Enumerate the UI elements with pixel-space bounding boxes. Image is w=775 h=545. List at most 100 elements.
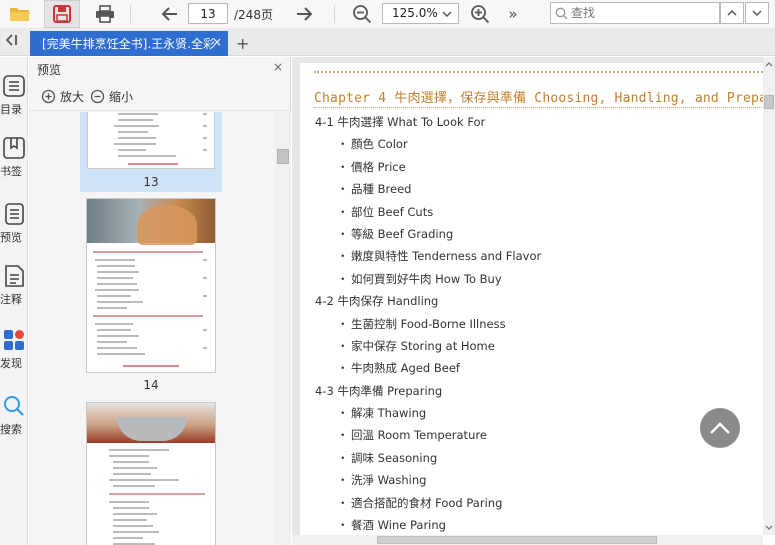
zoom-out-icon xyxy=(353,5,372,24)
thumbnail-page-15[interactable] xyxy=(86,402,216,545)
page-number-input[interactable] xyxy=(188,3,228,24)
chevron-up-icon[interactable] xyxy=(763,59,775,69)
collapse-sidebar-button[interactable] xyxy=(3,33,19,51)
zoom-in-label: 放大 xyxy=(60,90,85,104)
toolbar: /248页 125.0% » xyxy=(0,0,775,28)
rail-item-discover[interactable]: 发现 xyxy=(0,329,28,371)
collapse-sidebar-icon xyxy=(5,34,17,46)
toc-item[interactable]: ・適合搭配的食材 Food Paring xyxy=(315,492,755,514)
zoom-in-icon xyxy=(471,5,490,24)
search-box[interactable] xyxy=(550,2,720,24)
list-icon xyxy=(3,75,25,97)
toc-item[interactable]: ・顏色 Color xyxy=(315,133,755,155)
back-to-top-button[interactable] xyxy=(700,408,740,448)
chapter-divider-top xyxy=(314,71,763,73)
next-page-button[interactable] xyxy=(292,0,318,28)
toc-section[interactable]: 4-2 牛肉保存 Handling xyxy=(315,290,755,312)
document-viewport[interactable]: Chapter 4 牛肉選擇，保存與準備 Choosing, Handling,… xyxy=(292,57,763,535)
rail-label: 注释 xyxy=(0,293,22,306)
tab-document[interactable]: [完美牛排烹饪全书].王永贤.全彩 × xyxy=(30,31,228,56)
more-tools-button[interactable]: » xyxy=(504,0,522,28)
tab-close-button[interactable]: × xyxy=(212,35,222,49)
save-button[interactable] xyxy=(44,0,80,28)
discover-icon xyxy=(4,330,24,350)
rail-item-toc[interactable]: 目录 xyxy=(0,75,28,117)
thumbnail-page-13[interactable] xyxy=(87,112,215,169)
zoom-level-select[interactable]: 125.0% xyxy=(382,3,459,24)
toc-item[interactable]: ・解凍 Thawing xyxy=(315,402,755,424)
toc-text: 等級 Beef Grading xyxy=(351,226,454,241)
search-input[interactable] xyxy=(571,4,716,22)
toc-section[interactable]: 4-1 牛肉選擇 What To Look For xyxy=(315,111,755,133)
zoom-out-icon xyxy=(90,89,105,104)
toc-text: 嫩度與特性 Tenderness and Flavor xyxy=(351,249,542,264)
page-total: /248页 xyxy=(234,8,273,22)
thumbnail-scrollbar[interactable] xyxy=(275,112,291,545)
new-tab-button[interactable]: + xyxy=(236,34,249,53)
toc-item[interactable]: ・家中保存 Storing at Home xyxy=(315,335,755,357)
preview-panel-close-button[interactable]: × xyxy=(273,60,283,74)
thumbnail-zoom-in-button[interactable]: 放大 xyxy=(41,88,84,105)
toc-bullet: ・ xyxy=(337,159,349,174)
zoom-in-button[interactable] xyxy=(468,0,492,28)
rail-item-bookmarks[interactable]: 书签 xyxy=(0,137,28,179)
toc-item[interactable]: ・如何買到好牛肉 How To Buy xyxy=(315,268,755,290)
toolbar-divider xyxy=(334,5,335,23)
folder-icon xyxy=(10,8,30,21)
toc-bullet: ・ xyxy=(337,428,349,443)
toc-text: 牛肉熟成 Aged Beef xyxy=(351,361,460,376)
arrow-left-icon xyxy=(161,7,177,21)
toc-text: 解凍 Thawing xyxy=(351,406,427,421)
document-horizontal-scrollbar[interactable] xyxy=(292,535,763,545)
zoom-level-value: 125.0% xyxy=(392,6,438,20)
toc-bullet: ・ xyxy=(337,182,349,197)
toc-item[interactable]: ・牛肉熟成 Aged Beef xyxy=(315,357,755,379)
toc-section[interactable]: 4-3 牛肉準備 Preparing xyxy=(315,380,755,402)
zoom-out-button[interactable] xyxy=(350,0,374,28)
open-folder-button[interactable] xyxy=(4,0,36,28)
table-of-contents: 4-1 牛肉選擇 What To Look For ・顏色 Color ・價格 Pr… xyxy=(315,111,755,535)
rail-item-preview[interactable]: 预览 xyxy=(0,203,28,245)
toolbar-divider xyxy=(130,5,131,23)
toc-bullet: ・ xyxy=(337,406,349,421)
rail-label: 预览 xyxy=(0,231,22,244)
toc-item[interactable]: ・部位 Beef Cuts xyxy=(315,201,755,223)
toc-item[interactable]: ・品種 Breed xyxy=(315,178,755,200)
toc-text: 如何買到好牛肉 How To Buy xyxy=(351,271,502,286)
toc-item[interactable]: ・回溫 Room Temperature xyxy=(315,424,755,446)
bookmark-icon xyxy=(3,137,25,159)
toc-item[interactable]: ・價格 Price xyxy=(315,156,755,178)
document-scrollbar-handle[interactable] xyxy=(764,95,774,109)
toc-text: 適合搭配的食材 Food Paring xyxy=(351,495,503,510)
toc-bullet: ・ xyxy=(337,473,349,488)
thumbnail-page-14[interactable] xyxy=(86,198,216,373)
toc-text: 4-3 牛肉準備 Preparing xyxy=(315,383,443,398)
search-next-button[interactable] xyxy=(745,2,769,24)
thumbnail-list: 13 14 xyxy=(29,112,275,545)
thumbnail-zoom-out-button[interactable]: 缩小 xyxy=(90,88,133,105)
document-vertical-scrollbar[interactable] xyxy=(763,57,775,535)
note-icon xyxy=(5,265,24,287)
side-rail: 目录 书签 预览 注释 发现 搜索 xyxy=(0,57,28,545)
toc-item[interactable]: ・嫩度與特性 Tenderness and Flavor xyxy=(315,245,755,267)
document-hscrollbar-handle[interactable] xyxy=(377,536,657,544)
toc-text: 價格 Price xyxy=(351,159,406,174)
rail-item-search[interactable]: 搜索 xyxy=(0,395,28,437)
rail-label: 搜索 xyxy=(0,423,22,436)
toc-item[interactable]: ・等級 Beef Grading xyxy=(315,223,755,245)
toc-text: 回溫 Room Temperature xyxy=(351,428,487,443)
chevron-down-icon[interactable] xyxy=(763,523,775,533)
toc-item[interactable]: ・生菌控制 Food-Borne Illness xyxy=(315,313,755,335)
thumbnail-page-number: 14 xyxy=(143,378,159,392)
toc-text: 品種 Breed xyxy=(351,182,412,197)
toc-item[interactable]: ・洗淨 Washing xyxy=(315,469,755,491)
previous-page-button[interactable] xyxy=(156,0,182,28)
chapter-divider-bottom xyxy=(314,107,763,108)
toc-text: 餐酒 Wine Paring xyxy=(351,518,446,533)
search-previous-button[interactable] xyxy=(720,2,744,24)
rail-item-notes[interactable]: 注释 xyxy=(0,265,28,307)
toc-item[interactable]: ・餐酒 Wine Paring xyxy=(315,514,755,535)
thumbnail-scrollbar-handle[interactable] xyxy=(277,149,289,164)
toc-item[interactable]: ・調味 Seasoning xyxy=(315,447,755,469)
print-button[interactable] xyxy=(90,0,120,28)
